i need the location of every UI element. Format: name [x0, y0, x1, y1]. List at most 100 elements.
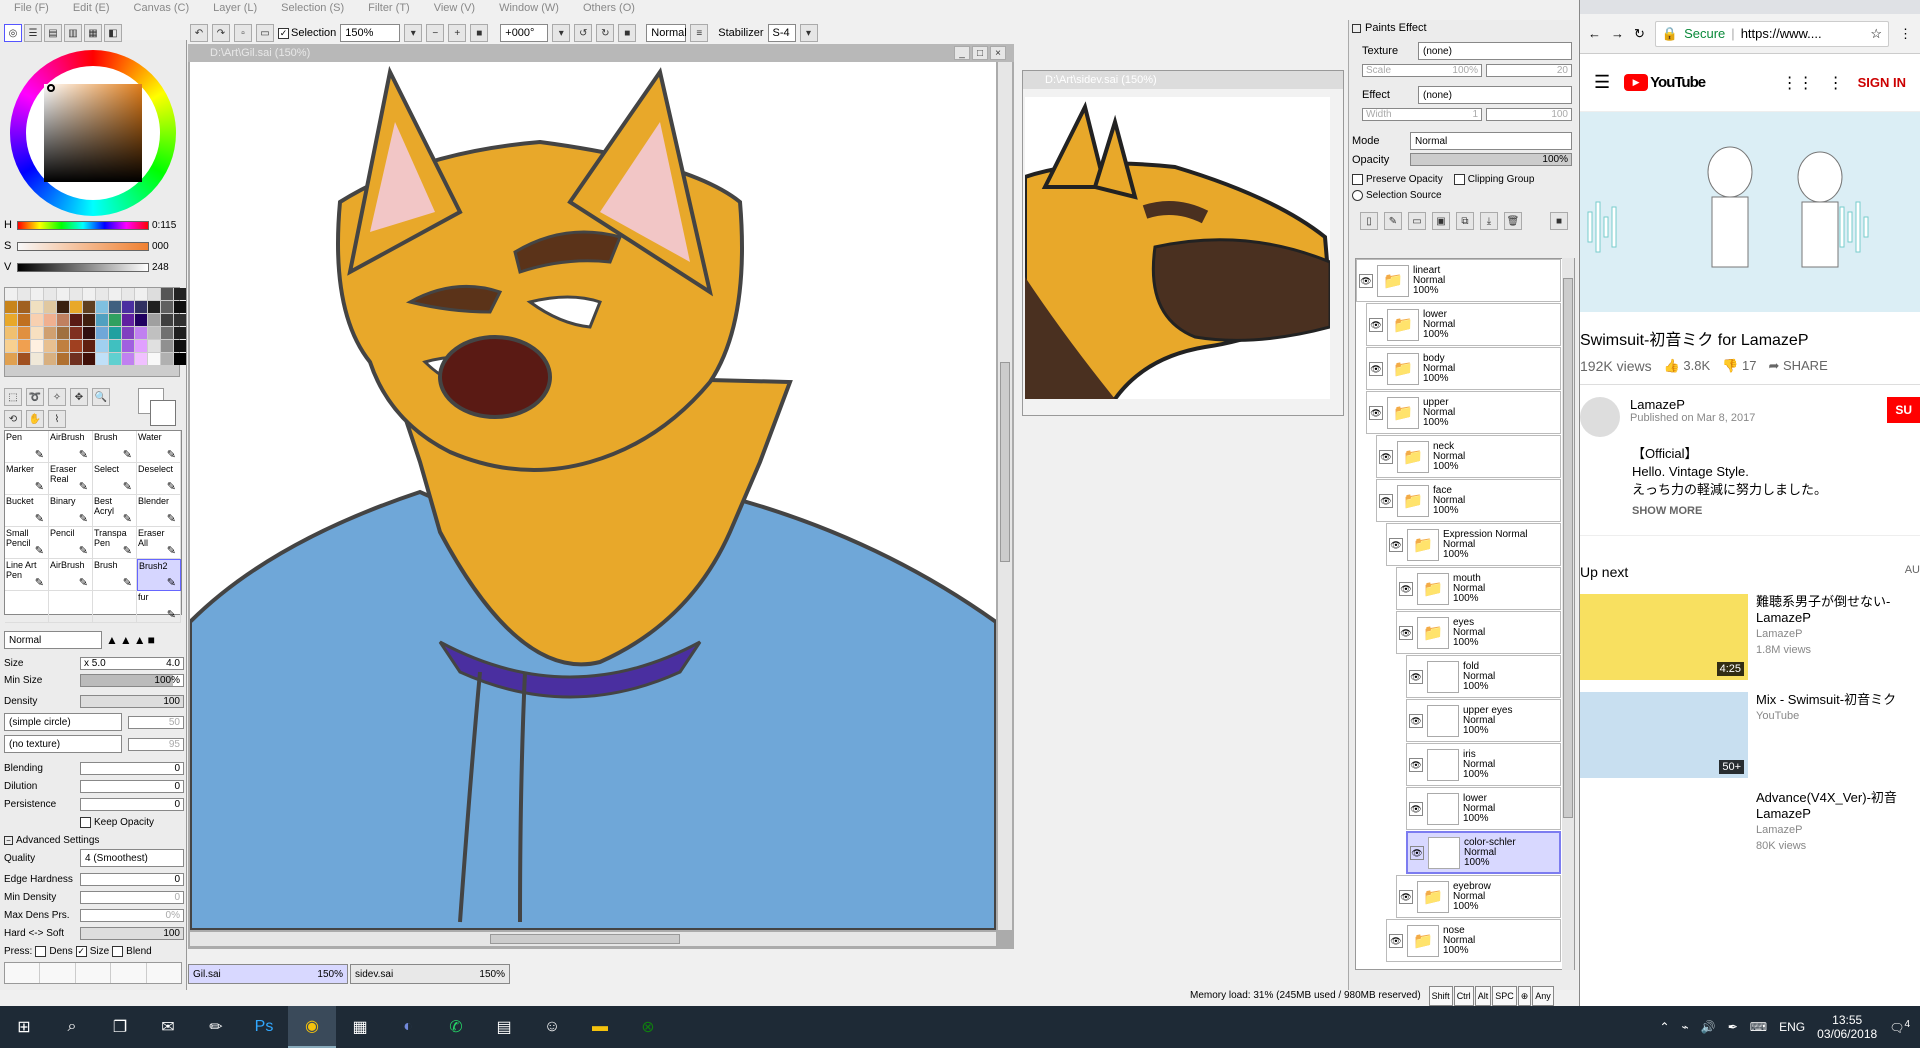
photoshop-icon[interactable]: Ps	[240, 1006, 288, 1048]
layer-row[interactable]: 👁 lower Normal 100%	[1406, 787, 1561, 830]
opacity-slider[interactable]: 100%	[1410, 153, 1572, 166]
zoom-out-button[interactable]: −	[426, 24, 445, 42]
brush-tool-slot[interactable]: Eraser All ✎	[137, 527, 181, 559]
zoom-icon[interactable]: 🔍	[92, 388, 110, 406]
new-linework-layer-icon[interactable]: ✎	[1384, 212, 1402, 230]
back-icon[interactable]: ←	[1588, 26, 1601, 41]
keyboard-icon[interactable]: ⌨	[1750, 1020, 1767, 1034]
color-swatch[interactable]	[70, 340, 82, 352]
visibility-eye-icon[interactable]: 👁	[1409, 669, 1423, 684]
brush-tool-slot[interactable]	[5, 591, 49, 623]
swatch-palette[interactable]	[4, 287, 186, 377]
brush-tool-slot[interactable]: Pen ✎	[5, 431, 49, 463]
color-swatch[interactable]	[57, 314, 69, 326]
file-tab[interactable]: sidev.sai 150%	[350, 964, 510, 984]
zoom-in-button[interactable]: +	[448, 24, 467, 42]
dislike-button[interactable]: 👎 17	[1722, 358, 1756, 374]
color-swatch[interactable]	[83, 327, 95, 339]
visibility-eye-icon[interactable]: 👁	[1369, 361, 1383, 376]
brush-tool-slot[interactable]: Marker ✎	[5, 463, 49, 495]
min-density-slider[interactable]: 0	[80, 890, 184, 904]
color-swatch[interactable]	[18, 288, 30, 300]
saturation-slider[interactable]	[17, 241, 149, 251]
color-swatch[interactable]	[5, 314, 17, 326]
brush-tool-slot[interactable]: Pencil ✎	[49, 527, 93, 559]
color-swatch[interactable]	[96, 327, 108, 339]
rgb-slider-tab[interactable]: ☰	[24, 24, 42, 42]
color-swatch[interactable]	[31, 340, 43, 352]
visibility-eye-icon[interactable]: 👁	[1379, 449, 1393, 464]
color-swatch[interactable]	[135, 340, 147, 352]
color-swatch[interactable]	[109, 327, 121, 339]
video-player[interactable]	[1580, 112, 1920, 312]
brush-mode-select[interactable]: Normal	[4, 631, 102, 649]
color-swatch[interactable]	[135, 288, 147, 300]
hand-icon[interactable]: ✋	[26, 410, 44, 428]
language-indicator[interactable]: ENG	[1779, 1020, 1805, 1034]
brush-tool-slot[interactable]: Bucket ✎	[5, 495, 49, 527]
up-next-video[interactable]: 4:25 難聴系男子が倒せない- LamazeP LamazeP 1.8M views	[1580, 588, 1920, 686]
persistence-slider[interactable]: 0	[80, 797, 184, 811]
up-next-video[interactable]: 50+ Mix - Swimsuit-初音ミク YouTube	[1580, 686, 1920, 784]
color-swatch[interactable]	[5, 288, 17, 300]
color-swatch[interactable]	[31, 327, 43, 339]
color-swatch[interactable]	[5, 327, 17, 339]
color-swatch[interactable]	[44, 301, 56, 313]
brush-tool-slot[interactable]: Brush ✎	[93, 559, 137, 591]
collapse-icon[interactable]: −	[4, 835, 13, 845]
windows-start-icon[interactable]: ⊞	[0, 1006, 48, 1048]
color-swatch[interactable]	[96, 301, 108, 313]
color-swatch[interactable]	[31, 288, 43, 300]
value-slider[interactable]	[17, 262, 149, 272]
color-swatch[interactable]	[83, 288, 95, 300]
color-wheel-tab[interactable]: ◎	[4, 24, 22, 42]
menu-item[interactable]: Canvas (C)	[134, 0, 190, 16]
swatch-tab[interactable]: ▥	[64, 24, 82, 42]
brush-tool-slot[interactable]: Best Acryl ✎	[93, 495, 137, 527]
density-slider[interactable]: 100	[80, 694, 184, 708]
color-swatch[interactable]	[135, 301, 147, 313]
new-folder-icon[interactable]: ▭	[1408, 212, 1426, 230]
undo-button[interactable]: ↶	[190, 24, 208, 42]
chrome-icon[interactable]: ◉	[288, 1006, 336, 1048]
width-strength[interactable]: 100	[1486, 108, 1572, 121]
task-view-icon[interactable]: ❐	[96, 1006, 144, 1048]
color-swatch[interactable]	[83, 314, 95, 326]
canvas-hscroll[interactable]	[190, 932, 996, 946]
layer-row[interactable]: 👁 📁 neck Normal 100%	[1376, 435, 1561, 478]
menu-item[interactable]: View (V)	[434, 0, 475, 16]
color-swatch[interactable]	[57, 353, 69, 365]
sign-in-button[interactable]: SIGN IN	[1858, 75, 1906, 90]
brush-tool-slot[interactable]	[93, 591, 137, 623]
saturation-value-square[interactable]	[44, 84, 142, 182]
minecraft-icon[interactable]: ▦	[336, 1006, 384, 1048]
zoom-dropdown[interactable]: ▾	[404, 24, 423, 42]
advanced-settings-row[interactable]: − Advanced Settings	[4, 832, 184, 848]
brush-tool-slot[interactable]: AirBrush ✎	[49, 431, 93, 463]
layer-row[interactable]: 👁 📁 nose Normal 100%	[1386, 919, 1561, 962]
volume-icon[interactable]: 🔊	[1701, 1020, 1716, 1034]
preserve-opacity-checkbox[interactable]	[1352, 174, 1363, 185]
rect-select-icon[interactable]: ⬚	[4, 388, 22, 406]
color-swatch[interactable]	[161, 340, 173, 352]
menu-item[interactable]: File (F)	[14, 0, 49, 16]
brush-tool-slot[interactable]: Select ✎	[93, 463, 137, 495]
rotate-icon[interactable]: ⟲	[4, 410, 22, 428]
deselect-button[interactable]: ▫	[234, 24, 252, 42]
notepad-icon[interactable]: ▤	[480, 1006, 528, 1048]
zoom-field[interactable]: 150%	[340, 24, 401, 42]
color-swatch[interactable]	[31, 301, 43, 313]
width-slider[interactable]: Width 1	[1362, 108, 1482, 121]
color-swatch[interactable]	[161, 288, 173, 300]
texture-select[interactable]: (none)	[1418, 42, 1572, 60]
color-picker-cursor[interactable]	[47, 84, 55, 92]
video-thumbnail[interactable]: 4:25	[1580, 594, 1748, 680]
color-swatch[interactable]	[83, 353, 95, 365]
whatsapp-icon[interactable]: ✆	[432, 1006, 480, 1048]
press-size-checkbox[interactable]: ✓	[75, 945, 87, 957]
color-swatch[interactable]	[174, 353, 186, 365]
zoom-reset-button[interactable]: ■	[470, 24, 489, 42]
merge-down-icon[interactable]: ⤓	[1480, 212, 1498, 230]
color-swatch[interactable]	[57, 288, 69, 300]
layer-row[interactable]: 👁 📁 eyebrow Normal 100%	[1396, 875, 1561, 918]
